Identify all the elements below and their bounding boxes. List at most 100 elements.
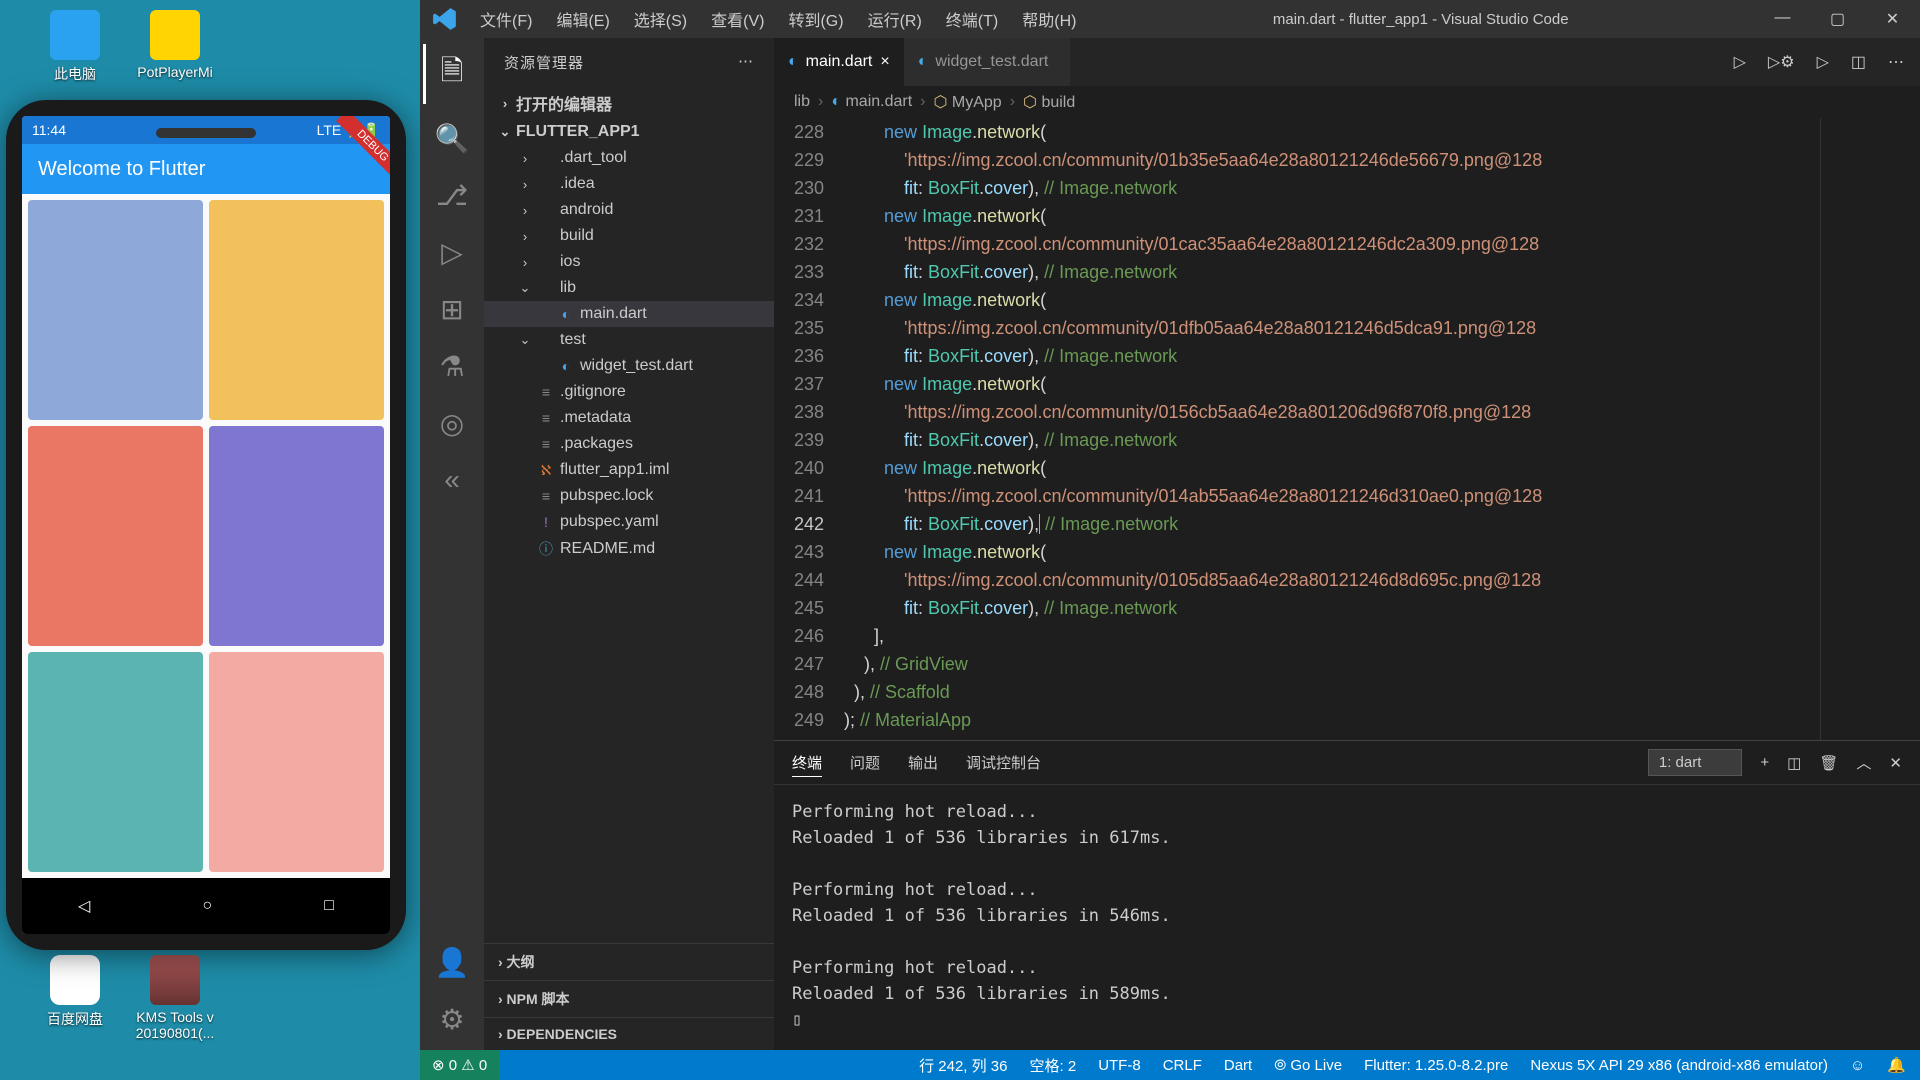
grid-cell[interactable] xyxy=(209,426,384,646)
breadcrumb-item[interactable]: ◐ main.dart xyxy=(831,93,912,111)
desktop-icon-potplayer[interactable]: PotPlayerMi xyxy=(130,10,220,80)
tree-item[interactable]: ›android xyxy=(484,197,774,223)
sidebar-section[interactable]: › DEPENDENCIES xyxy=(484,1017,774,1050)
tree-item[interactable]: ≡.gitignore xyxy=(484,379,774,405)
recents-icon[interactable]: □ xyxy=(324,897,334,915)
source-control-icon[interactable]: ⎇ xyxy=(436,179,468,212)
maximize-button[interactable]: ▢ xyxy=(1810,1,1865,37)
breadcrumb-item[interactable]: ⬡ MyApp xyxy=(933,92,1001,112)
status-encoding[interactable]: UTF-8 xyxy=(1098,1057,1141,1074)
status-device[interactable]: Nexus 5X API 29 x86 (android-x86 emulato… xyxy=(1530,1057,1828,1074)
panel-tab[interactable]: 输出 xyxy=(908,755,938,772)
back-icon[interactable]: ◁ xyxy=(78,896,90,916)
extensions-icon[interactable]: ⊞ xyxy=(440,293,463,326)
grid-cell[interactable] xyxy=(209,652,384,872)
tree-item[interactable]: ℵflutter_app1.iml xyxy=(484,457,774,483)
android-emulator[interactable]: 11:44 LTE ⚡🔋 Welcome to Flutter DEBUG ◁ … xyxy=(6,100,406,950)
terminal-select[interactable]: 1: dart xyxy=(1648,749,1743,776)
breadcrumb[interactable]: lib›◐ main.dart›⬡ MyApp›⬡ build xyxy=(774,86,1920,118)
grid-cell[interactable] xyxy=(209,200,384,420)
desktop-icon-this-pc[interactable]: 此电脑 xyxy=(30,10,120,84)
open-editors-section[interactable]: ›打开的编辑器 xyxy=(484,87,774,119)
split-editor-icon[interactable]: ◫ xyxy=(1851,52,1866,72)
tree-item[interactable]: ›ios xyxy=(484,249,774,275)
grid-cell[interactable] xyxy=(28,426,203,646)
titlebar[interactable]: 文件(F)编辑(E)选择(S)查看(V)转到(G)运行(R)终端(T)帮助(H)… xyxy=(420,0,1920,38)
more-icon[interactable]: ⋯ xyxy=(738,52,754,73)
menu-item[interactable]: 文件(F) xyxy=(470,1,542,37)
sidebar-title: 资源管理器 ⋯ xyxy=(484,38,774,87)
menu-item[interactable]: 终端(T) xyxy=(936,1,1008,37)
target-icon[interactable]: ◎ xyxy=(440,407,464,440)
status-golive[interactable]: ⦾ Go Live xyxy=(1274,1057,1342,1074)
breadcrumb-item[interactable]: ⬡ build xyxy=(1023,92,1075,112)
settings-gear-icon[interactable]: ⚙ xyxy=(439,1003,464,1036)
status-feedback-icon[interactable]: ☺ xyxy=(1850,1057,1865,1074)
panel-tab[interactable]: 问题 xyxy=(850,755,880,772)
status-eol[interactable]: CRLF xyxy=(1163,1057,1202,1074)
terminal-output[interactable]: Performing hot reload... Reloaded 1 of 5… xyxy=(774,785,1920,1050)
test-icon[interactable]: ⚗ xyxy=(439,350,464,383)
menu-item[interactable]: 帮助(H) xyxy=(1012,1,1086,37)
explorer-icon[interactable]: 🗎 xyxy=(441,50,464,98)
tree-item[interactable]: ›.dart_tool xyxy=(484,145,774,171)
desktop-icon-kms[interactable]: KMS Tools v 20190801(... xyxy=(130,955,220,1041)
editor-tab[interactable]: ◐widget_test.dart xyxy=(904,38,1071,86)
debug-run-icon[interactable]: ▷⚙ xyxy=(1768,52,1795,72)
kill-terminal-icon[interactable]: 🗑 xyxy=(1819,754,1838,772)
tree-item[interactable]: ⌄test xyxy=(484,327,774,353)
phone-navbar[interactable]: ◁ ○ □ xyxy=(22,878,390,934)
panel-tab[interactable]: 终端 xyxy=(792,755,822,777)
breadcrumb-item[interactable]: lib xyxy=(794,93,810,111)
file-tree[interactable]: ›打开的编辑器 ⌄FLUTTER_APP1 ›.dart_tool›.idea›… xyxy=(484,87,774,943)
status-flutter[interactable]: Flutter: 1.25.0-8.2.pre xyxy=(1364,1057,1508,1074)
run-icon[interactable]: ▷ xyxy=(1734,52,1746,72)
tree-item[interactable]: !pubspec.yaml xyxy=(484,509,774,535)
project-root[interactable]: ⌄FLUTTER_APP1 xyxy=(484,119,774,145)
status-bell-icon[interactable]: 🔔 xyxy=(1887,1056,1906,1074)
panel-collapse-icon[interactable]: ︿ xyxy=(1856,752,1871,773)
tree-item[interactable]: ›build xyxy=(484,223,774,249)
panel-close-icon[interactable]: ✕ xyxy=(1889,754,1902,772)
grid-cell[interactable] xyxy=(28,652,203,872)
close-button[interactable]: ✕ xyxy=(1865,1,1920,37)
code-editor[interactable]: 2282292302312322332342352362372382392402… xyxy=(774,118,1920,740)
editor-tab[interactable]: ◐main.dart× xyxy=(774,38,904,86)
panel-tab[interactable]: 调试控制台 xyxy=(966,755,1041,772)
status-problems[interactable]: ⊗ 0 ⚠ 0 xyxy=(420,1050,499,1080)
code-content[interactable]: new Image.network( 'https://img.zcool.cn… xyxy=(844,118,1820,740)
search-icon[interactable]: 🔍 xyxy=(435,122,470,155)
grid-cell[interactable] xyxy=(28,200,203,420)
menu-item[interactable]: 运行(R) xyxy=(858,1,932,37)
split-terminal-icon[interactable]: ◫ xyxy=(1787,754,1801,772)
tree-item[interactable]: ◐widget_test.dart xyxy=(484,353,774,379)
run-debug-icon[interactable]: ▷ xyxy=(441,236,463,269)
new-terminal-icon[interactable]: + xyxy=(1760,754,1769,771)
tree-item[interactable]: ›.idea xyxy=(484,171,774,197)
minimize-button[interactable]: — xyxy=(1755,1,1810,37)
minimap[interactable] xyxy=(1820,118,1920,740)
status-cursor[interactable]: 行 242, 列 36 xyxy=(919,1055,1007,1076)
hot-reload-icon[interactable]: ▷ xyxy=(1817,52,1829,72)
tree-item[interactable]: ≡.metadata xyxy=(484,405,774,431)
tree-item[interactable]: ≡pubspec.lock xyxy=(484,483,774,509)
tree-item[interactable]: ⓘREADME.md xyxy=(484,535,774,563)
flutter-icon[interactable]: « xyxy=(444,464,460,496)
menu-item[interactable]: 查看(V) xyxy=(701,1,774,37)
status-indent[interactable]: 空格: 2 xyxy=(1030,1055,1077,1076)
menu-item[interactable]: 编辑(E) xyxy=(546,1,619,37)
tree-item[interactable]: ≡.packages xyxy=(484,431,774,457)
sidebar-section[interactable]: › 大纲 xyxy=(484,943,774,980)
home-icon[interactable]: ○ xyxy=(202,897,212,915)
account-icon[interactable]: 👤 xyxy=(435,946,470,979)
potplayer-icon xyxy=(150,10,200,60)
tree-item[interactable]: ⌄lib xyxy=(484,275,774,301)
status-language[interactable]: Dart xyxy=(1224,1057,1252,1074)
menu-item[interactable]: 选择(S) xyxy=(624,1,697,37)
phone-image-grid[interactable] xyxy=(22,194,390,878)
more-actions-icon[interactable]: ⋯ xyxy=(1888,52,1904,72)
tree-item[interactable]: ◐main.dart xyxy=(484,301,774,327)
sidebar-section[interactable]: › NPM 脚本 xyxy=(484,980,774,1017)
desktop-icon-baidu[interactable]: 百度网盘 xyxy=(30,955,120,1029)
menu-item[interactable]: 转到(G) xyxy=(778,1,853,37)
